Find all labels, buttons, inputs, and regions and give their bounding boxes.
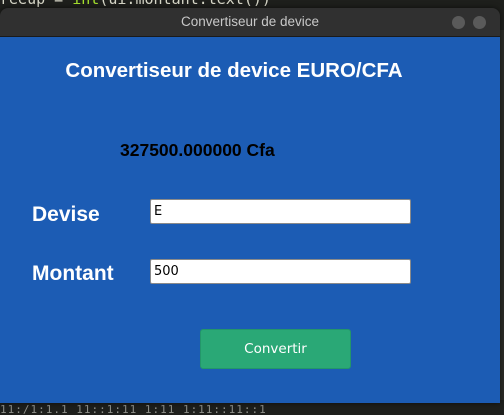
minimize-icon[interactable] xyxy=(452,16,465,29)
background-editor-edge xyxy=(500,30,504,400)
close-icon[interactable] xyxy=(473,16,486,29)
window-title: Convertiseur de device xyxy=(180,14,320,29)
converter-window: Convertiseur de device Convertiseur de d… xyxy=(0,8,500,403)
devise-input[interactable] xyxy=(150,199,411,224)
background-code-bottom: 11:/1:1.1 11::1:11 1:11 1:11::11::1 xyxy=(0,403,267,415)
page-title: Convertiseur de device EURO/CFA xyxy=(65,59,403,82)
montant-label: Montant xyxy=(32,262,114,285)
conversion-result: 327500.000000 Cfa xyxy=(120,140,275,160)
devise-label: Devise xyxy=(32,203,100,226)
window-content: Convertiseur de device EURO/CFA 327500.0… xyxy=(0,37,500,403)
window-titlebar[interactable]: Convertiseur de device xyxy=(0,8,500,37)
convert-button[interactable]: Convertir xyxy=(200,329,351,369)
background-code-line: reeup = int(ui.montant.text()) xyxy=(0,0,504,8)
montant-input[interactable] xyxy=(150,259,411,284)
